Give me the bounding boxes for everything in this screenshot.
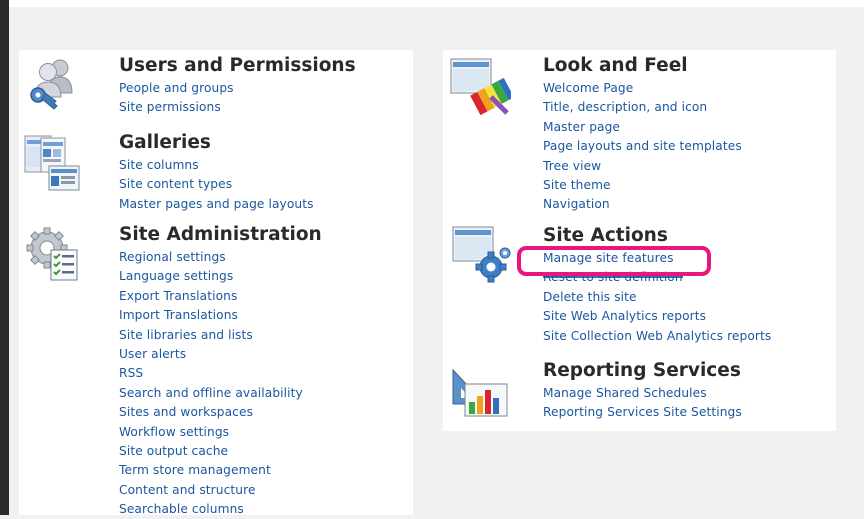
site-actions-text: Site Actions Manage site features Reset … <box>543 225 771 344</box>
list-item: Page layouts and site templates <box>543 135 742 154</box>
list-item: Language settings <box>119 265 322 284</box>
link-site-collection-web-analytics[interactable]: Site Collection Web Analytics reports <box>543 329 771 343</box>
link-searchable-columns[interactable]: Searchable columns <box>119 502 244 516</box>
link-term-store[interactable]: Term store management <box>119 463 271 477</box>
list-item: RSS <box>119 362 322 381</box>
link-master-page[interactable]: Master page <box>543 120 620 134</box>
strikeout-overlay <box>543 272 683 279</box>
galleries-text: Galleries Site columns Site content type… <box>119 132 314 212</box>
section-heading: Site Actions <box>543 225 668 246</box>
site-admin-text: Site Administration Regional settings La… <box>119 224 322 517</box>
list-item: Master pages and page layouts <box>119 193 314 212</box>
link-manage-shared-schedules[interactable]: Manage Shared Schedules <box>543 386 707 400</box>
list-item: Term store management <box>119 459 322 478</box>
look-and-feel-icon <box>449 57 515 116</box>
link-delete-this-site[interactable]: Delete this site <box>543 290 637 304</box>
link-regional-settings[interactable]: Regional settings <box>119 250 226 264</box>
section-heading: Galleries <box>119 132 211 153</box>
galleries-icon <box>23 132 81 191</box>
list-item: Site output cache <box>119 440 322 459</box>
list-item: Site columns <box>119 154 314 173</box>
left-border <box>0 0 9 515</box>
list-item: Navigation <box>543 193 742 212</box>
list-item: Welcome Page <box>543 77 742 96</box>
link-list: Manage site features Reset to site defin… <box>543 247 771 344</box>
look-and-feel-text: Look and Feel Welcome Page Title, descri… <box>543 55 742 213</box>
link-title-description-icon[interactable]: Title, description, and icon <box>543 100 707 114</box>
list-item: Site content types <box>119 173 314 192</box>
reporting-services-text: Reporting Services Manage Shared Schedul… <box>543 360 742 421</box>
link-content-structure[interactable]: Content and structure <box>119 483 256 497</box>
link-site-web-analytics[interactable]: Site Web Analytics reports <box>543 309 706 323</box>
list-item: Site Collection Web Analytics reports <box>543 325 771 344</box>
link-rss[interactable]: RSS <box>119 366 143 380</box>
list-item: Regional settings <box>119 246 322 265</box>
list-item: Manage site features <box>543 247 771 266</box>
link-site-content-types[interactable]: Site content types <box>119 177 232 191</box>
link-user-alerts[interactable]: User alerts <box>119 347 186 361</box>
link-navigation[interactable]: Navigation <box>543 197 610 211</box>
list-item: Site permissions <box>119 96 356 115</box>
link-site-theme[interactable]: Site theme <box>543 178 611 192</box>
list-item: Delete this site <box>543 286 771 305</box>
link-site-output-cache[interactable]: Site output cache <box>119 444 228 458</box>
list-item: Title, description, and icon <box>543 96 742 115</box>
link-list: Site columns Site content types Master p… <box>119 154 314 212</box>
site-actions-icon <box>451 225 511 283</box>
list-item: Site Web Analytics reports <box>543 305 771 324</box>
list-item: Content and structure <box>119 479 322 498</box>
link-site-permissions[interactable]: Site permissions <box>119 100 221 114</box>
link-manage-site-features[interactable]: Manage site features <box>543 251 674 265</box>
link-list: Welcome Page Title, description, and ico… <box>543 77 742 213</box>
site-admin-icon <box>25 224 83 282</box>
link-list: Manage Shared Schedules Reporting Servic… <box>543 382 742 421</box>
link-site-columns[interactable]: Site columns <box>119 158 199 172</box>
list-item: Import Translations <box>119 304 322 323</box>
link-list: People and groups Site permissions <box>119 77 356 116</box>
link-master-pages[interactable]: Master pages and page layouts <box>119 197 314 211</box>
list-item: Reset to site definition <box>543 266 771 285</box>
link-reporting-services-settings[interactable]: Reporting Services Site Settings <box>543 405 742 419</box>
list-item: Sites and workspaces <box>119 401 322 420</box>
users-icon <box>24 55 82 113</box>
list-item: Workflow settings <box>119 421 322 440</box>
reporting-services-icon <box>451 360 509 418</box>
link-site-libraries-lists[interactable]: Site libraries and lists <box>119 328 253 342</box>
list-item: Export Translations <box>119 285 322 304</box>
list-item: Site libraries and lists <box>119 324 322 343</box>
users-text: Users and Permissions People and groups … <box>119 55 356 116</box>
link-import-translations[interactable]: Import Translations <box>119 308 238 322</box>
list-item: Manage Shared Schedules <box>543 382 742 401</box>
list-item: Reporting Services Site Settings <box>543 401 742 420</box>
link-export-translations[interactable]: Export Translations <box>119 289 237 303</box>
link-tree-view[interactable]: Tree view <box>543 159 601 173</box>
link-people-and-groups[interactable]: People and groups <box>119 81 234 95</box>
list-item: Tree view <box>543 155 742 174</box>
section-heading: Users and Permissions <box>119 55 356 76</box>
left-panel: Users and Permissions People and groups … <box>19 50 413 517</box>
link-workflow-settings[interactable]: Workflow settings <box>119 425 229 439</box>
link-page-layouts-templates[interactable]: Page layouts and site templates <box>543 139 742 153</box>
list-item: Master page <box>543 116 742 135</box>
section-heading: Look and Feel <box>543 55 688 76</box>
link-list: Regional settings Language settings Expo… <box>119 246 322 517</box>
section-heading: Site Administration <box>119 224 322 245</box>
list-item: Search and offline availability <box>119 382 322 401</box>
section-heading: Reporting Services <box>543 360 741 381</box>
link-welcome-page[interactable]: Welcome Page <box>543 81 633 95</box>
right-panel: Look and Feel Welcome Page Title, descri… <box>443 50 836 431</box>
top-strip <box>9 0 864 7</box>
link-search-offline[interactable]: Search and offline availability <box>119 386 303 400</box>
list-item: User alerts <box>119 343 322 362</box>
link-language-settings[interactable]: Language settings <box>119 269 233 283</box>
link-reset-site-definition[interactable]: Reset to site definition <box>543 268 683 287</box>
list-item: People and groups <box>119 77 356 96</box>
list-item: Site theme <box>543 174 742 193</box>
link-sites-workspaces[interactable]: Sites and workspaces <box>119 405 253 419</box>
